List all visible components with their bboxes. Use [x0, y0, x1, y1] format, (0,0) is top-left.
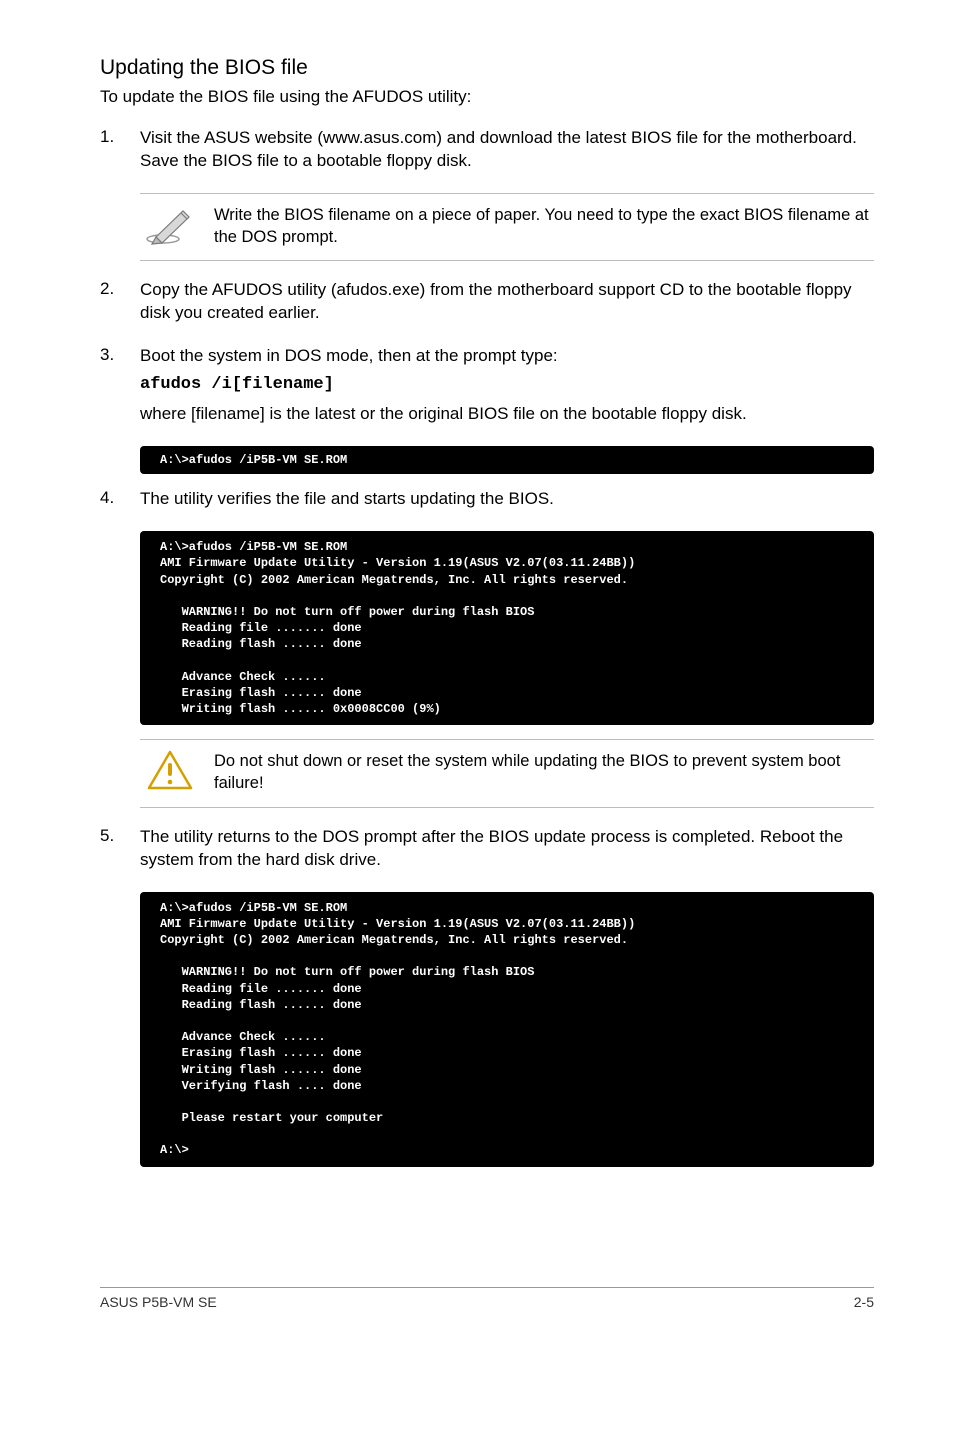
- step-body: Boot the system in DOS mode, then at the…: [140, 345, 874, 432]
- steps-list-cont2: 4. The utility verifies the file and sta…: [100, 488, 874, 517]
- warning-icon: [144, 750, 196, 792]
- steps-list: 1. Visit the ASUS website (www.asus.com)…: [100, 127, 874, 179]
- step-item: 1. Visit the ASUS website (www.asus.com)…: [100, 127, 874, 179]
- step-item: 5. The utility returns to the DOS prompt…: [100, 826, 874, 878]
- terminal-output: A:\>afudos /iP5B-VM SE.ROM AMI Firmware …: [140, 531, 874, 725]
- section-heading: Updating the BIOS file: [100, 56, 874, 80]
- warning-callout: Do not shut down or reset the system whi…: [140, 739, 874, 808]
- step-text: Copy the AFUDOS utility (afudos.exe) fro…: [140, 279, 874, 325]
- note-text: Write the BIOS filename on a piece of pa…: [214, 204, 870, 249]
- note-callout: Write the BIOS filename on a piece of pa…: [140, 193, 874, 262]
- step-number: 1.: [100, 127, 140, 179]
- step-body: The utility returns to the DOS prompt af…: [140, 826, 874, 878]
- footer-page-number: 2-5: [854, 1294, 874, 1310]
- steps-list-cont3: 5. The utility returns to the DOS prompt…: [100, 826, 874, 878]
- step-body: Visit the ASUS website (www.asus.com) an…: [140, 127, 874, 179]
- step-text: The utility verifies the file and starts…: [140, 488, 874, 511]
- step-number: 3.: [100, 345, 140, 432]
- intro-paragraph: To update the BIOS file using the AFUDOS…: [100, 86, 874, 109]
- steps-list-cont: 2. Copy the AFUDOS utility (afudos.exe) …: [100, 279, 874, 432]
- terminal-output: A:\>afudos /iP5B-VM SE.ROM: [140, 446, 874, 474]
- page-container: Updating the BIOS file To update the BIO…: [0, 0, 954, 1350]
- command-text: afudos /i[filename]: [140, 374, 874, 397]
- pencil-icon: [144, 204, 196, 246]
- step-item: 3. Boot the system in DOS mode, then at …: [100, 345, 874, 432]
- footer-product: ASUS P5B-VM SE: [100, 1294, 217, 1310]
- step-body: The utility verifies the file and starts…: [140, 488, 874, 517]
- page-footer: ASUS P5B-VM SE 2-5: [100, 1287, 874, 1310]
- step-item: 4. The utility verifies the file and sta…: [100, 488, 874, 517]
- step-body: Copy the AFUDOS utility (afudos.exe) fro…: [140, 279, 874, 331]
- warning-text: Do not shut down or reset the system whi…: [214, 750, 870, 795]
- terminal-output: A:\>afudos /iP5B-VM SE.ROM AMI Firmware …: [140, 892, 874, 1167]
- step-text: The utility returns to the DOS prompt af…: [140, 826, 874, 872]
- step-text: Visit the ASUS website (www.asus.com) an…: [140, 127, 874, 173]
- step-number: 5.: [100, 826, 140, 878]
- step-number: 2.: [100, 279, 140, 331]
- step-text: Boot the system in DOS mode, then at the…: [140, 345, 874, 368]
- step-item: 2. Copy the AFUDOS utility (afudos.exe) …: [100, 279, 874, 331]
- step-text: where [filename] is the latest or the or…: [140, 403, 874, 426]
- step-number: 4.: [100, 488, 140, 517]
